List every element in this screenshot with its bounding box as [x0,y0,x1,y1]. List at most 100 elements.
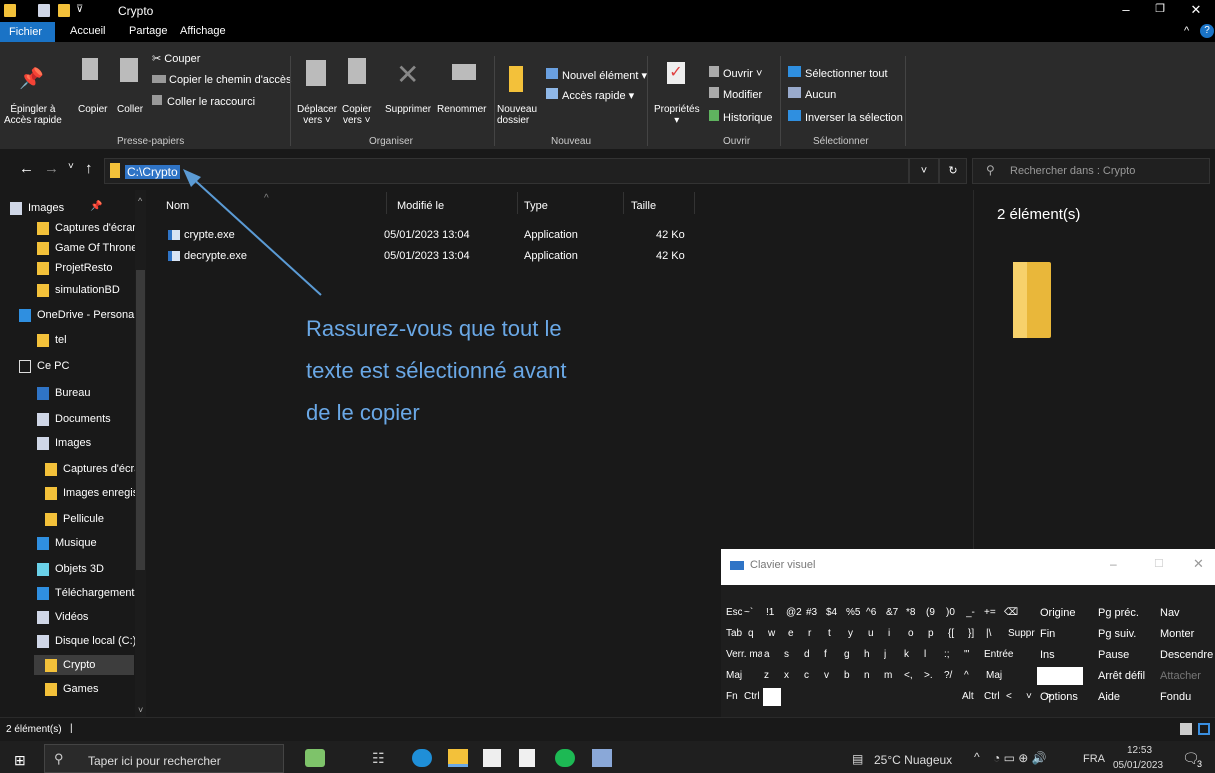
nav-item[interactable]: ProjetResto [37,258,135,278]
nav-item[interactable]: Ce PC [19,356,135,376]
store-icon[interactable] [519,749,535,767]
nav-item[interactable]: simulationBD [37,280,135,300]
details-view-icon[interactable] [1180,723,1192,735]
keyboard-key[interactable]: q [748,625,766,643]
nav-item[interactable]: Pellicule [45,509,135,529]
nav-item[interactable]: Games [45,679,135,699]
windows-start-icon[interactable]: ⊞ [14,752,26,769]
keyboard-maximize-button[interactable]: ☐ [1154,557,1164,570]
keyboard-key[interactable]: :; [944,646,962,664]
paste-shortcut-button[interactable]: Coller le raccourci [152,95,255,108]
clock-date[interactable]: 05/01/2023 [1113,760,1163,771]
properties-button[interactable]: Propriétés ▾ [654,104,700,126]
maximize-button[interactable]: ❐ [1142,2,1178,20]
mail-icon[interactable] [483,749,501,767]
weather-text[interactable]: 25°C Nuageux [874,753,952,767]
keyboard-key[interactable]: Tab [726,625,746,643]
pin-quick-access-button[interactable]: Épingler à Accès rapide [4,104,62,126]
keyboard-minimize-button[interactable]: – [1110,557,1117,571]
keyboard-key[interactable]: y [848,625,866,643]
keyboard-key[interactable]: x [784,667,802,685]
properties-icon[interactable] [38,4,50,17]
scroll-up-icon[interactable]: ^ [138,196,142,206]
select-all-button[interactable]: Sélectionner tout [788,66,888,80]
keyboard-key[interactable]: {[ [948,625,966,643]
keyboard-side-key[interactable]: Fondu [1160,688,1214,706]
large-icons-view-icon[interactable] [1198,723,1210,735]
nav-item[interactable]: Crypto [34,655,134,675]
keyboard-key[interactable]: j [884,646,902,664]
keyboard-key[interactable]: ~` [744,604,764,622]
new-folder-icon[interactable] [58,4,70,17]
help-icon[interactable]: ? [1200,24,1214,38]
column-divider[interactable] [517,192,518,214]
widgets-icon[interactable] [305,749,325,767]
tray-icons[interactable]: ◔ ▭ ⊕ 🔊 [993,751,1047,765]
keyboard-key[interactable]: (9 [926,604,944,622]
keyboard-key[interactable]: v [824,667,842,685]
move-to-button[interactable]: Déplacer vers ˅ [297,104,337,126]
column-header-modified[interactable]: Modifié le [397,200,444,212]
nav-item[interactable]: Musique [37,533,135,553]
keyboard-side-key[interactable] [1040,667,1096,685]
keyboard-key[interactable]: }] [968,625,984,643]
keyboard-side-key[interactable]: Arrêt défil [1098,667,1154,685]
nav-item[interactable]: Captures d'écran [37,218,135,238]
keyboard-side-key[interactable]: Pg suiv. [1098,625,1154,643]
rename-button[interactable]: Renommer [437,104,486,115]
back-arrow-icon[interactable]: ← [19,160,34,177]
close-button[interactable]: ✕ [1178,2,1214,20]
keyboard-key[interactable]: ?/ [944,667,962,685]
keyboard-close-button[interactable]: ✕ [1193,556,1204,572]
nav-item[interactable]: tel [37,330,135,350]
keyboard-key[interactable]: Maj [726,667,762,685]
keyboard-key[interactable]: z [764,667,782,685]
keyboard-key[interactable]: s [784,646,802,664]
open-button[interactable]: Ouvrir ˅ [709,66,762,80]
keyboard-key[interactable]: f [824,646,842,664]
keyboard-side-key[interactable]: Fin [1040,625,1096,643]
keyboard-key[interactable]: Entrée [984,646,1016,664]
keyboard-key[interactable]: Esc [726,604,742,622]
nav-item[interactable]: Images enregistrées [45,483,135,503]
tab-accueil[interactable]: Accueil [70,25,105,37]
keyboard-key[interactable]: !1 [766,604,784,622]
keyboard-side-key[interactable]: Options [1040,688,1096,706]
keyboard-key[interactable]: n [864,667,882,685]
file-explorer-icon[interactable] [448,749,468,767]
customize-toolbar-icon[interactable]: ⊽ [76,4,83,15]
edit-button[interactable]: Modifier [709,87,762,101]
keyboard-key[interactable]: t [828,625,846,643]
keyboard-key[interactable]: #3 [806,604,824,622]
nav-scrollbar-thumb[interactable] [136,270,145,570]
tab-fichier[interactable]: Fichier [0,22,55,42]
keyboard-key[interactable]: >. [924,667,942,685]
keyboard-key[interactable]: += [984,604,1002,622]
keyboard-side-key[interactable]: Pause [1098,646,1154,664]
keyboard-key[interactable]: Maj [986,667,1016,685]
keyboard-key[interactable]: &7 [886,604,904,622]
nav-item[interactable]: Vidéos [37,607,135,627]
keyboard-key[interactable]: c [804,667,822,685]
keyboard-key[interactable]: < [1006,688,1024,706]
keyboard-key[interactable]: Fn [726,688,742,706]
keyboard-key[interactable]: k [904,646,922,664]
keyboard-side-key[interactable]: Monter [1160,625,1214,643]
keyboard-key[interactable]: Verr. maj [726,646,762,664]
keyboard-key[interactable]: e [788,625,806,643]
keyboard-side-key[interactable]: Attacher [1160,667,1214,685]
keyboard-key[interactable]: %5 [846,604,864,622]
keyboard-key[interactable]: Ctrl [744,688,764,706]
column-divider[interactable] [386,192,387,214]
nav-item[interactable]: Documents [37,409,135,429]
column-header-type[interactable]: Type [524,200,548,212]
keyboard-key[interactable]: h [864,646,882,664]
nav-item[interactable]: Images [37,433,135,453]
keyboard-key[interactable]: Alt [962,688,982,706]
keyboard-key[interactable]: "' [964,646,982,664]
keyboard-key[interactable]: ^6 [866,604,884,622]
keyboard-key[interactable]: ⌫ [1004,604,1026,622]
tray-overflow-icon[interactable]: ^ [974,750,980,764]
keyboard-key[interactable]: Ctrl [984,688,1004,706]
keyboard-key-highlight[interactable] [763,688,781,706]
